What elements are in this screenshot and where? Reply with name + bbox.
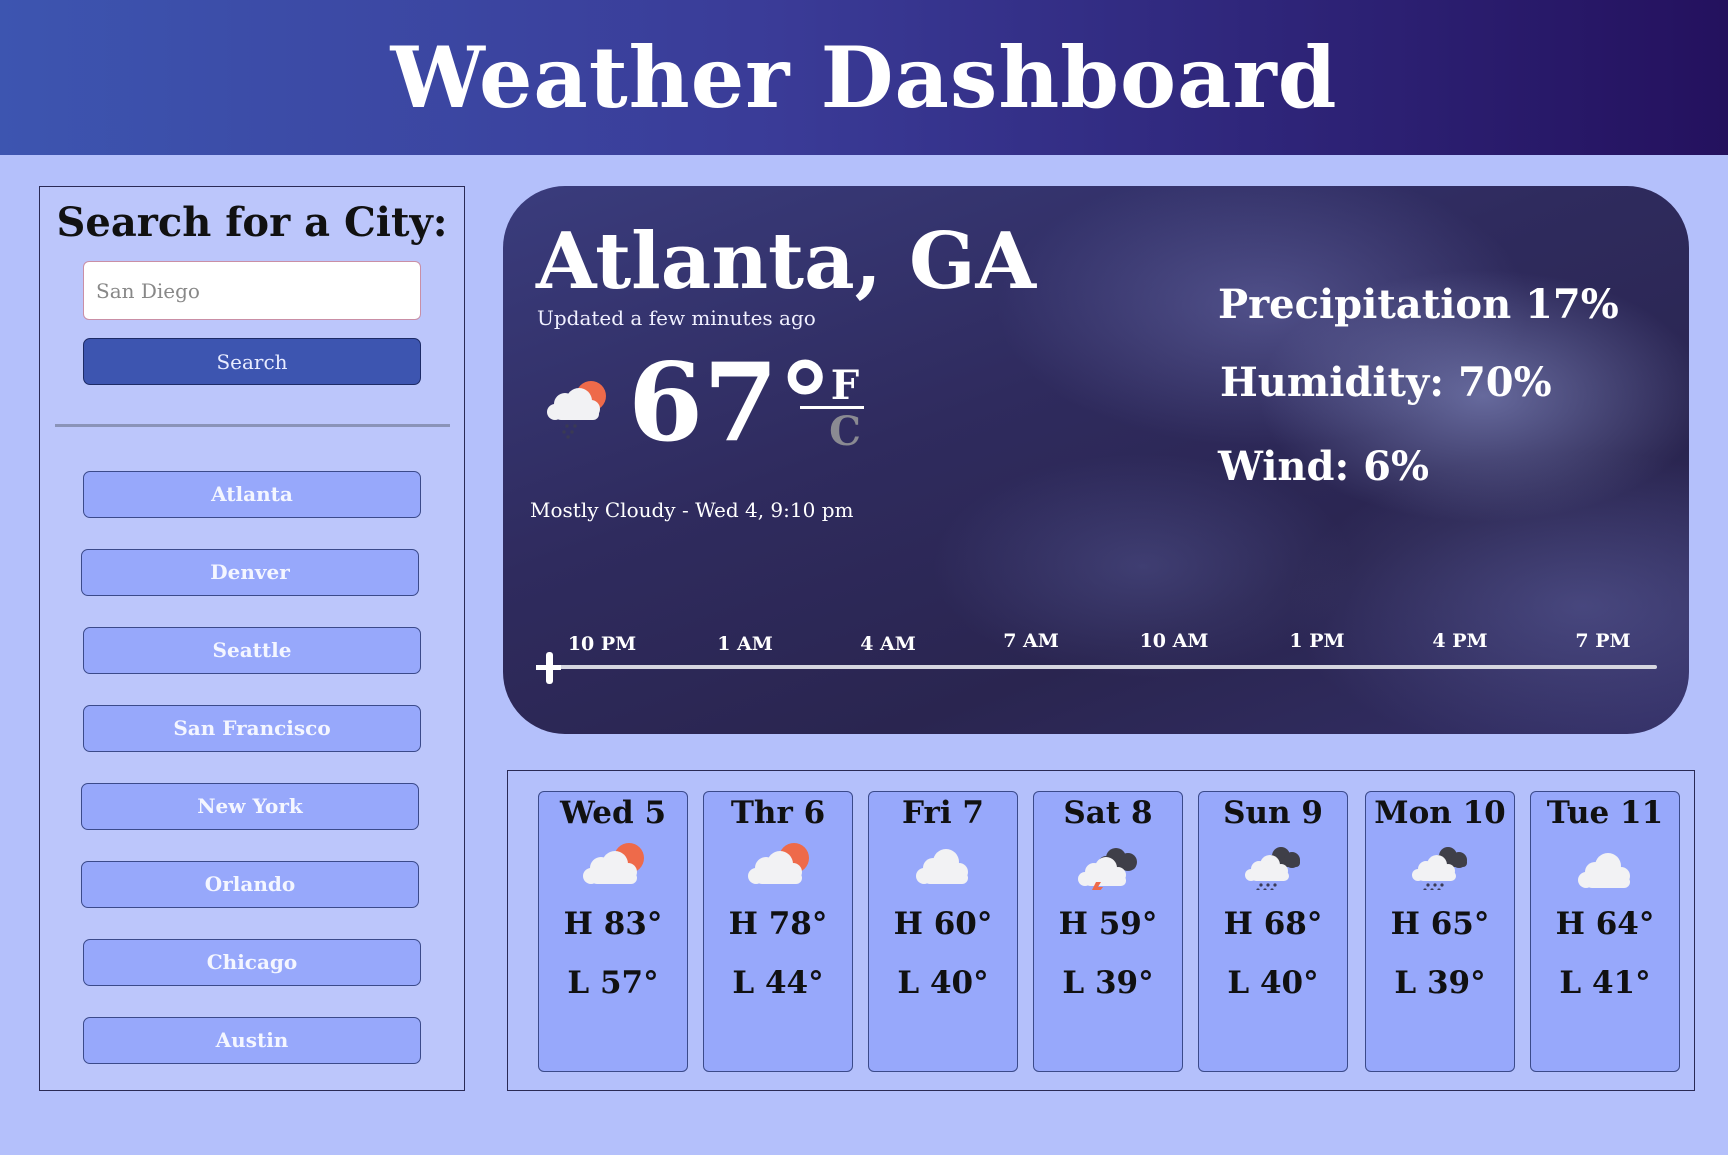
- rain-cloud-icon: [1245, 847, 1300, 890]
- city-search-input[interactable]: [83, 261, 421, 320]
- forecast-low: L 41°: [1559, 965, 1651, 1001]
- forecast-low: L 44°: [732, 965, 824, 1001]
- city-button-seattle[interactable]: Seattle: [83, 627, 421, 674]
- header: Weather Dashboard: [0, 0, 1728, 155]
- sidebar-divider: [55, 424, 450, 427]
- city-name: Atlanta, GA: [536, 216, 1037, 307]
- forecast-day-name: Wed 5: [559, 795, 667, 831]
- city-button-new-york[interactable]: New York: [81, 783, 419, 830]
- timeline-label: 7 PM: [1575, 630, 1631, 652]
- updated-text: Updated a few minutes ago: [537, 306, 816, 330]
- forecast-panel: Wed 5 H 83° L 57° Thr 6 H 78° L 44° Fri …: [507, 770, 1695, 1091]
- forecast-day-name: Thr 6: [730, 795, 826, 831]
- partly-cloudy-icon: [583, 843, 644, 884]
- timeline-label: 7 AM: [1003, 630, 1059, 652]
- forecast-low: L 39°: [1062, 965, 1154, 1001]
- forecast-high: H 78°: [728, 906, 828, 942]
- unit-celsius-toggle[interactable]: C: [815, 408, 875, 455]
- search-button[interactable]: Search: [83, 338, 421, 385]
- forecast-high: H 64°: [1555, 906, 1655, 942]
- forecast-day-card: Sat 8 H 59° L 39°: [1033, 791, 1183, 1072]
- forecast-day-name: Sun 9: [1223, 795, 1323, 831]
- forecast-low: L 39°: [1394, 965, 1486, 1001]
- forecast-day-name: Mon 10: [1374, 795, 1506, 831]
- partly-cloudy-icon: [748, 843, 809, 884]
- rain-cloud-icon: [1412, 847, 1467, 890]
- current-weather-card: Atlanta, GA Updated a few minutes ago 67…: [503, 186, 1689, 734]
- forecast-low: L 40°: [1227, 965, 1319, 1001]
- unit-fahrenheit-toggle[interactable]: F: [815, 362, 875, 409]
- timeline-label: 4 AM: [860, 633, 916, 655]
- timeline-slider-handle[interactable]: [546, 652, 553, 684]
- timeline-track[interactable]: [537, 665, 1657, 669]
- forecast-high: H 68°: [1223, 906, 1323, 942]
- city-button-denver[interactable]: Denver: [81, 549, 419, 596]
- forecast-day-card: Wed 5 H 83° L 57°: [538, 791, 688, 1072]
- timeline-label: 1 AM: [717, 633, 773, 655]
- city-button-austin[interactable]: Austin: [83, 1017, 421, 1064]
- page-title: Weather Dashboard: [390, 28, 1338, 127]
- cloud-icon: [1578, 853, 1630, 888]
- forecast-high: H 60°: [893, 906, 993, 942]
- humidity-stat: Humidity: 70%: [1220, 359, 1552, 406]
- sidebar: Search for a City: Search Atlanta Denver…: [39, 186, 465, 1091]
- forecast-low: L 57°: [567, 965, 659, 1001]
- city-button-chicago[interactable]: Chicago: [83, 939, 421, 986]
- wind-stat: Wind: 6%: [1218, 443, 1429, 490]
- timeline-label: 4 PM: [1432, 630, 1488, 652]
- cloud-icon: [916, 849, 968, 884]
- forecast-low: L 40°: [897, 965, 989, 1001]
- precipitation-stat: Precipitation 17%: [1218, 281, 1619, 328]
- forecast-day-card: Tue 11 H 64° L 41°: [1530, 791, 1680, 1072]
- forecast-day-card: Mon 10 H 65° L 39°: [1365, 791, 1515, 1072]
- forecast-day-name: Tue 11: [1546, 795, 1664, 831]
- forecast-day-name: Sat 8: [1063, 795, 1153, 831]
- search-heading: Search for a City:: [56, 199, 448, 246]
- timeline-label: 10 AM: [1139, 630, 1209, 652]
- forecast-high: H 59°: [1058, 906, 1158, 942]
- forecast-high: H 65°: [1390, 906, 1490, 942]
- thunderstorm-icon: [1078, 848, 1137, 890]
- city-button-san-francisco[interactable]: San Francisco: [83, 705, 421, 752]
- forecast-day-card: Sun 9 H 68° L 40°: [1198, 791, 1348, 1072]
- forecast-day-card: Fri 7 H 60° L 40°: [868, 791, 1018, 1072]
- timeline-label: 10 PM: [567, 633, 637, 655]
- timeline-label: 1 PM: [1289, 630, 1345, 652]
- forecast-day-name: Fri 7: [902, 795, 984, 831]
- forecast-high: H 83°: [563, 906, 663, 942]
- forecast-day-card: Thr 6 H 78° L 44°: [703, 791, 853, 1072]
- condition-text: Mostly Cloudy - Wed 4, 9:10 pm: [530, 498, 854, 522]
- current-temperature: 67°: [628, 340, 833, 466]
- city-button-orlando[interactable]: Orlando: [81, 861, 419, 908]
- city-button-atlanta[interactable]: Atlanta: [83, 471, 421, 518]
- partly-cloudy-rain-icon: [547, 381, 606, 439]
